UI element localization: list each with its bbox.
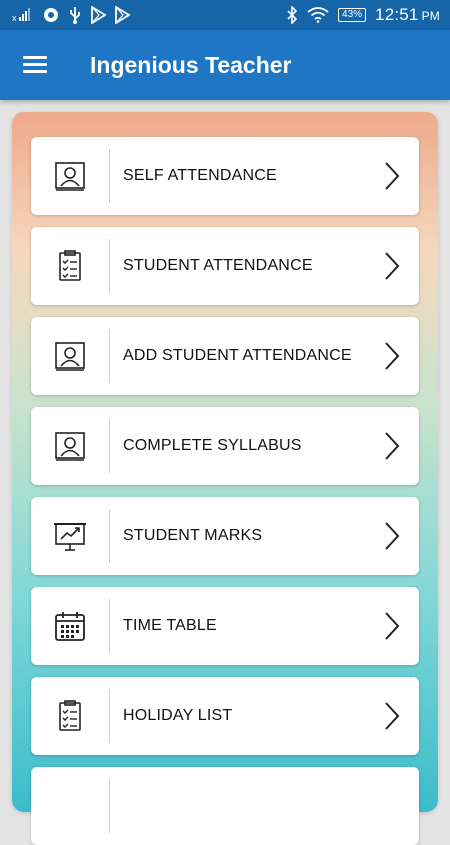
notification-icons: x — [12, 5, 130, 25]
system-icons: 43% 12:51 PM — [286, 0, 440, 30]
separator — [109, 779, 110, 833]
menu-item-self-attendance[interactable]: SELF ATTENDANCE — [31, 137, 419, 215]
usb-icon — [70, 7, 80, 24]
menu-item-label: HOLIDAY LIST — [123, 707, 233, 724]
menu-item-label: STUDENT MARKS — [123, 527, 263, 544]
clipboard-checklist-icon — [59, 700, 81, 731]
menu-item-holiday-list[interactable]: HOLIDAY LIST — [31, 677, 419, 755]
separator — [109, 599, 110, 653]
separator — [109, 419, 110, 473]
menu-item-student-attendance[interactable]: STUDENT ATTENDANCE — [31, 227, 419, 305]
separator — [109, 689, 110, 743]
menu-item-time-table[interactable]: TIME TABLE — [31, 587, 419, 665]
play-store-icon-2 — [115, 6, 130, 24]
play-store-icon — [91, 6, 106, 24]
status-bar: x 43% 12:51 PM — [0, 0, 450, 30]
clock-ampm: PM — [421, 9, 440, 23]
menu-item-label: TIME TABLE — [123, 617, 217, 634]
calendar-icon — [55, 612, 85, 641]
chevron-right-icon — [385, 432, 400, 460]
battery-indicator: 43% — [338, 8, 367, 22]
chevron-right-icon — [385, 522, 400, 550]
bluetooth-icon — [287, 6, 298, 24]
hamburger-menu-icon[interactable] — [20, 51, 50, 79]
menu-item-label: SELF ATTENDANCE — [123, 167, 277, 184]
chevron-right-icon — [385, 252, 400, 280]
chevron-right-icon — [385, 612, 400, 640]
clock: 12:51 PM — [375, 5, 440, 25]
menu-item-label: COMPLETE SYLLABUS — [123, 437, 302, 454]
separator — [109, 329, 110, 383]
signal-icon: x — [12, 8, 30, 23]
profile-card-icon — [55, 342, 85, 371]
clipboard-checklist-icon — [59, 250, 81, 281]
svg-text:x: x — [12, 13, 17, 23]
menu-item-complete-syllabus[interactable]: COMPLETE SYLLABUS — [31, 407, 419, 485]
separator — [109, 239, 110, 293]
menu-item-student-marks[interactable]: STUDENT MARKS — [31, 497, 419, 575]
clock-time: 12:51 — [375, 5, 419, 24]
chevron-right-icon — [385, 342, 400, 370]
chevron-right-icon — [385, 702, 400, 730]
chevron-right-icon — [385, 162, 400, 190]
app-bar: Ingenious Teacher — [0, 30, 450, 100]
presentation-chart-icon — [54, 523, 86, 551]
menu-item-add-student-attendance[interactable]: ADD STUDENT ATTENDANCE — [31, 317, 419, 395]
menu-item-label: ADD STUDENT ATTENDANCE — [123, 347, 352, 364]
sync-icon — [44, 8, 58, 22]
menu-panel: SELF ATTENDANCE STUDENT ATTENDANCE ADD S… — [12, 112, 438, 845]
app-title: Ingenious Teacher — [90, 52, 292, 78]
menu-item-label: STUDENT ATTENDANCE — [123, 257, 313, 274]
menu-item-partial[interactable] — [31, 767, 419, 845]
profile-card-icon — [55, 432, 85, 461]
profile-card-icon — [55, 162, 85, 191]
separator — [109, 149, 110, 203]
wifi-icon — [307, 7, 329, 23]
separator — [109, 509, 110, 563]
